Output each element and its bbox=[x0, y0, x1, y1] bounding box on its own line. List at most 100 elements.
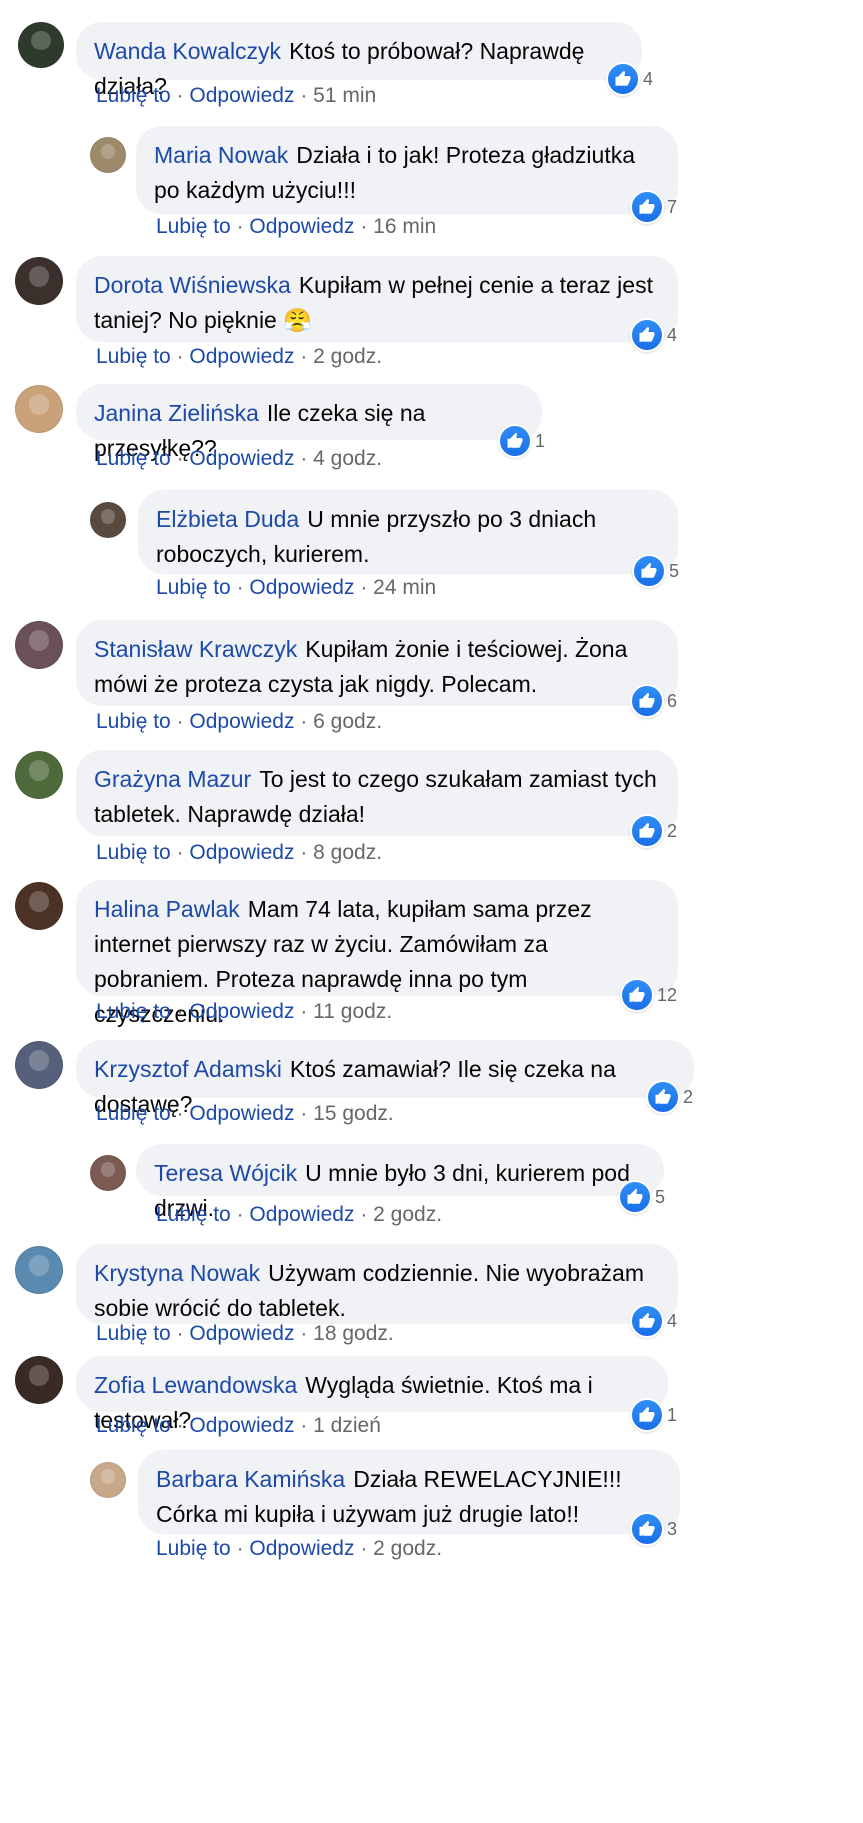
comment-author-link[interactable]: Halina Pawlak bbox=[94, 896, 240, 922]
thumbs-up-icon bbox=[630, 814, 664, 848]
avatar[interactable] bbox=[15, 257, 63, 305]
separator: · bbox=[360, 576, 368, 599]
comment-author-link[interactable]: Krystyna Nowak bbox=[94, 1260, 260, 1286]
like-button[interactable]: Lubię to bbox=[96, 1322, 171, 1345]
reply-button[interactable]: Odpowiedz bbox=[189, 1102, 294, 1125]
like-count-badge[interactable]: 1 bbox=[498, 424, 545, 458]
comment-timestamp[interactable]: 1 dzień bbox=[313, 1414, 381, 1437]
reply-button[interactable]: Odpowiedz bbox=[189, 1000, 294, 1023]
like-button[interactable]: Lubię to bbox=[96, 1102, 171, 1125]
reply-button[interactable]: Odpowiedz bbox=[189, 1322, 294, 1345]
thumbs-up-icon bbox=[630, 190, 664, 224]
comment-author-link[interactable]: Grażyna Mazur bbox=[94, 766, 251, 792]
separator: · bbox=[176, 1322, 184, 1345]
comment-author-link[interactable]: Dorota Wiśniewska bbox=[94, 272, 291, 298]
like-button[interactable]: Lubię to bbox=[96, 447, 171, 470]
avatar[interactable] bbox=[90, 1155, 126, 1191]
comment-author-link[interactable]: Maria Nowak bbox=[154, 142, 288, 168]
comment-author-link[interactable]: Krzysztof Adamski bbox=[94, 1056, 282, 1082]
like-count: 6 bbox=[667, 690, 678, 711]
comment-author-link[interactable]: Teresa Wójcik bbox=[154, 1160, 297, 1186]
like-count: 3 bbox=[667, 1518, 678, 1539]
comment-author-link[interactable]: Barbara Kamińska bbox=[156, 1466, 345, 1492]
comment-timestamp[interactable]: 6 godz. bbox=[313, 710, 382, 733]
avatar[interactable] bbox=[15, 1246, 63, 1294]
reply-button[interactable]: Odpowiedz bbox=[189, 345, 294, 368]
reply-button[interactable]: Odpowiedz bbox=[189, 1414, 294, 1437]
like-button[interactable]: Lubię to bbox=[96, 84, 171, 107]
like-count-badge[interactable]: 5 bbox=[632, 554, 679, 588]
reply-button[interactable]: Odpowiedz bbox=[189, 447, 294, 470]
avatar[interactable] bbox=[15, 882, 63, 930]
comment-timestamp[interactable]: 8 godz. bbox=[313, 841, 382, 864]
reply-button[interactable]: Odpowiedz bbox=[249, 1537, 354, 1560]
comment-actions: Lubię to · Odpowiedz · 2 godz. bbox=[96, 345, 382, 369]
comment-timestamp[interactable]: 2 godz. bbox=[373, 1537, 442, 1560]
thumbs-up-icon bbox=[606, 62, 640, 96]
like-count-badge[interactable]: 5 bbox=[618, 1180, 665, 1214]
separator: · bbox=[176, 1000, 184, 1023]
reply-button[interactable]: Odpowiedz bbox=[189, 841, 294, 864]
comment-timestamp[interactable]: 24 min bbox=[373, 576, 436, 599]
comment-timestamp[interactable]: 2 godz. bbox=[373, 1203, 442, 1226]
like-button[interactable]: Lubię to bbox=[156, 1537, 231, 1560]
comment-author-link[interactable]: Zofia Lewandowska bbox=[94, 1372, 297, 1398]
separator: · bbox=[300, 1414, 308, 1437]
like-count-badge[interactable]: 4 bbox=[630, 318, 677, 352]
like-button[interactable]: Lubię to bbox=[96, 841, 171, 864]
avatar[interactable] bbox=[15, 1041, 63, 1089]
separator: · bbox=[176, 1102, 184, 1125]
like-count-badge[interactable]: 4 bbox=[630, 1304, 677, 1338]
comment-bubble: Dorota Wiśniewska Kupiłam w pełnej cenie … bbox=[76, 256, 678, 342]
comment-author-link[interactable]: Janina Zielińska bbox=[94, 400, 259, 426]
separator: · bbox=[236, 1203, 244, 1226]
reply-button[interactable]: Odpowiedz bbox=[189, 84, 294, 107]
avatar[interactable] bbox=[15, 751, 63, 799]
reply-button[interactable]: Odpowiedz bbox=[249, 215, 354, 238]
comment-timestamp[interactable]: 4 godz. bbox=[313, 447, 382, 470]
avatar[interactable] bbox=[90, 137, 126, 173]
separator: · bbox=[360, 215, 368, 238]
like-count-badge[interactable]: 3 bbox=[630, 1512, 677, 1546]
avatar[interactable] bbox=[15, 385, 63, 433]
comment-timestamp[interactable]: 11 godz. bbox=[313, 1000, 392, 1023]
avatar[interactable] bbox=[15, 1356, 63, 1404]
avatar[interactable] bbox=[90, 502, 126, 538]
avatar[interactable] bbox=[90, 1462, 126, 1498]
like-count: 4 bbox=[667, 324, 678, 345]
like-button[interactable]: Lubię to bbox=[96, 1414, 171, 1437]
like-count-badge[interactable]: 1 bbox=[630, 1398, 677, 1432]
reply-button[interactable]: Odpowiedz bbox=[249, 576, 354, 599]
like-count: 4 bbox=[667, 1310, 678, 1331]
comment-timestamp[interactable]: 16 min bbox=[373, 215, 436, 238]
like-count-badge[interactable]: 4 bbox=[606, 62, 653, 96]
like-count-badge[interactable]: 7 bbox=[630, 190, 677, 224]
like-button[interactable]: Lubię to bbox=[96, 1000, 171, 1023]
like-count-badge[interactable]: 2 bbox=[630, 814, 677, 848]
reply-button[interactable]: Odpowiedz bbox=[189, 710, 294, 733]
comment-timestamp[interactable]: 51 min bbox=[313, 84, 376, 107]
comment-timestamp[interactable]: 2 godz. bbox=[313, 345, 382, 368]
comment-bubble: Barbara Kamińska Działa REWELACYJNIE!!! C… bbox=[138, 1450, 680, 1534]
comment-timestamp[interactable]: 18 godz. bbox=[313, 1322, 394, 1345]
like-count-badge[interactable]: 12 bbox=[620, 978, 677, 1012]
like-button[interactable]: Lubię to bbox=[156, 576, 231, 599]
like-button[interactable]: Lubię to bbox=[156, 1203, 231, 1226]
avatar[interactable] bbox=[15, 621, 63, 669]
like-count-badge[interactable]: 2 bbox=[646, 1080, 693, 1114]
comment-author-link[interactable]: Elżbieta Duda bbox=[156, 506, 299, 532]
avatar[interactable] bbox=[18, 22, 64, 68]
separator: · bbox=[176, 345, 184, 368]
like-button[interactable]: Lubię to bbox=[96, 345, 171, 368]
reply-button[interactable]: Odpowiedz bbox=[249, 1203, 354, 1226]
like-button[interactable]: Lubię to bbox=[96, 710, 171, 733]
separator: · bbox=[176, 84, 184, 107]
like-button[interactable]: Lubię to bbox=[156, 215, 231, 238]
comment-author-link[interactable]: Wanda Kowalczyk bbox=[94, 38, 281, 64]
comment-actions: Lubię to · Odpowiedz · 2 godz. bbox=[156, 1203, 442, 1227]
like-count-badge[interactable]: 6 bbox=[630, 684, 677, 718]
comment-author-link[interactable]: Stanisław Krawczyk bbox=[94, 636, 297, 662]
comment-actions: Lubię to · Odpowiedz · 4 godz. bbox=[96, 447, 382, 471]
comment-timestamp[interactable]: 15 godz. bbox=[313, 1102, 394, 1125]
comment-actions: Lubię to · Odpowiedz · 11 godz. bbox=[96, 1000, 392, 1024]
